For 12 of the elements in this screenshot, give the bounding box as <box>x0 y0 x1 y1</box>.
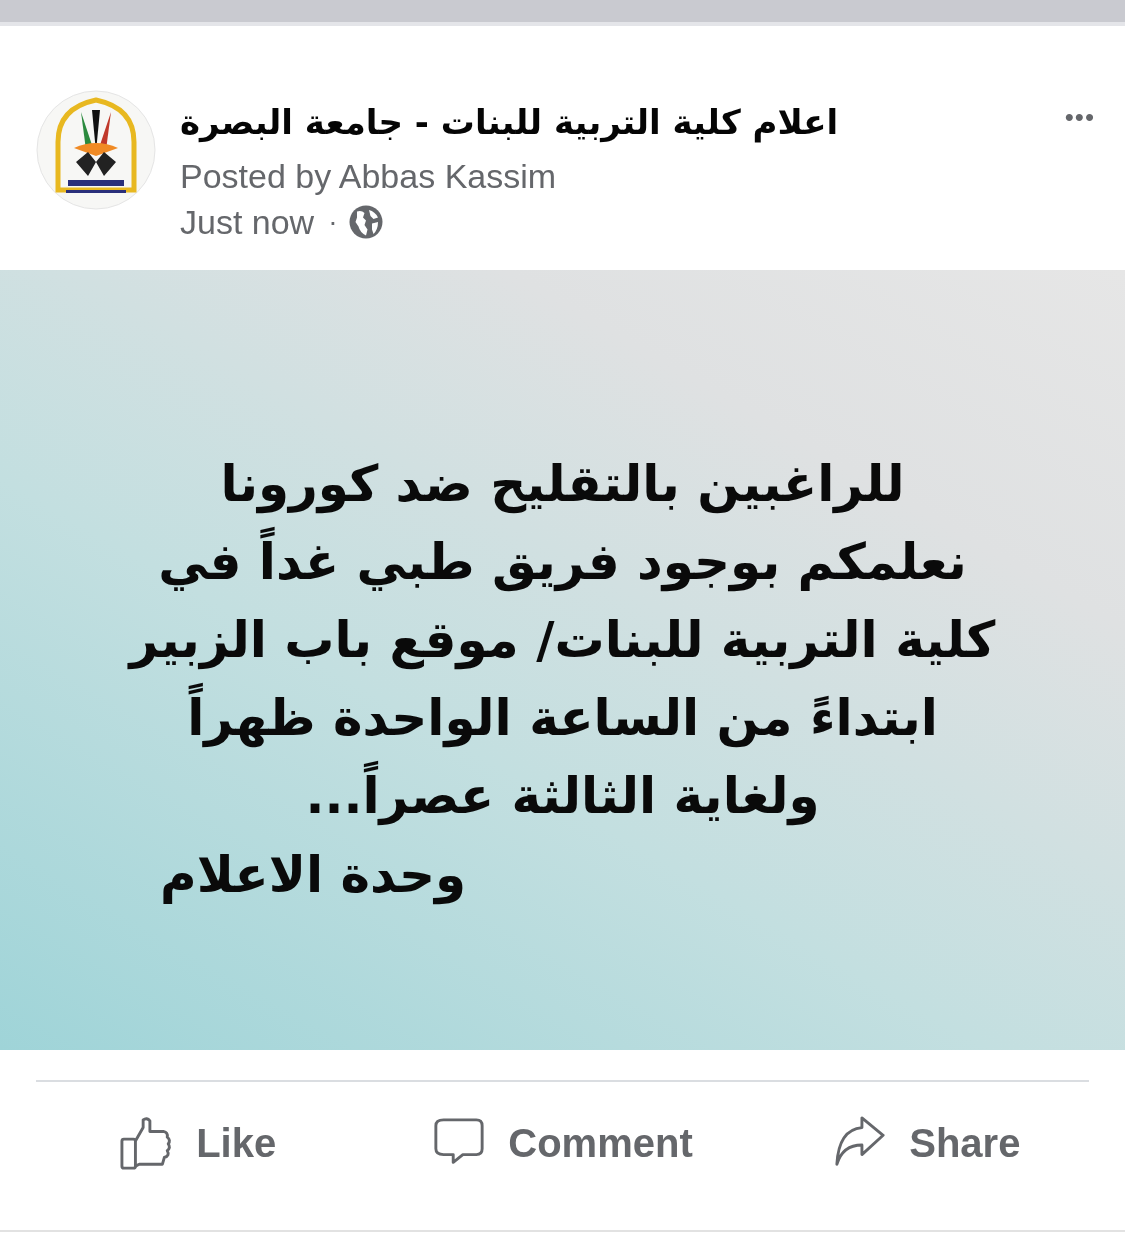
separator: · <box>328 205 338 239</box>
comment-button[interactable]: Comment <box>422 1110 703 1176</box>
post-time[interactable]: Just now <box>180 200 315 244</box>
post-text: للراغبين بالتقليح ضد كورونا نعلمكم بوجود فريق طبي غداً في كلية التربية للبنات/ موقع باب الزبير ابتداءً من الساعة الواحدة ظهراً ولغاية الثالثة عصراً... <box>129 454 996 828</box>
posted-by: Posted by Abbas Kassim <box>180 156 558 196</box>
page-name[interactable]: اعلام كلية التربية للبنات - جامعة البصرة <box>180 100 839 144</box>
page-logo-icon[interactable] <box>36 90 156 210</box>
share-button[interactable]: Share <box>823 1110 1031 1176</box>
post-signature: وحدة الاعلام <box>160 845 467 907</box>
more-options-button[interactable]: ••• <box>1064 102 1095 132</box>
globe-icon[interactable] <box>347 204 384 240</box>
like-button[interactable]: Like <box>110 1110 287 1176</box>
